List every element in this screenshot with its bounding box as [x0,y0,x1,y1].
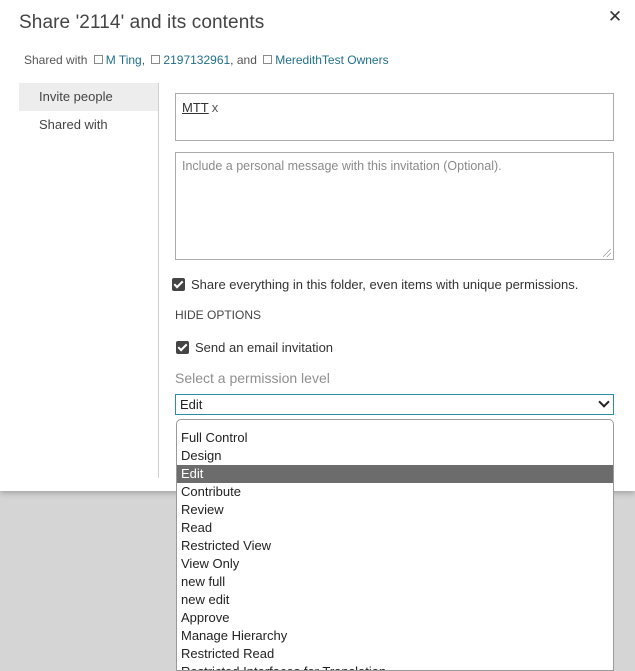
share-everything-label: Share everything in this folder, even it… [191,277,579,292]
resolved-entity-name[interactable]: MTT [182,100,209,115]
permission-option[interactable]: Contribute [177,483,613,501]
dropdown-top-padding [177,420,613,429]
shared-user-link[interactable]: 2197132961 [163,53,230,67]
resize-grip-icon[interactable] [603,249,611,257]
permission-option[interactable]: Manage Hierarchy [177,627,613,645]
hide-options-link[interactable]: HIDE OPTIONS [175,308,261,322]
message-placeholder: Include a personal message with this inv… [182,159,502,173]
shared-user-link[interactable]: M Ting [106,53,142,67]
share-everything-checkbox[interactable] [172,278,185,291]
permission-option[interactable]: Design [177,447,613,465]
sidebar-item-shared-with[interactable]: Shared with [19,111,158,139]
user-presence-icon [93,55,103,64]
share-everything-option[interactable]: Share everything in this folder, even it… [172,277,612,293]
permission-option[interactable]: Read [177,519,613,537]
remove-entity-button[interactable]: x [212,100,219,115]
permission-option[interactable]: Restricted View [177,537,613,555]
sidebar-item-invite-people[interactable]: Invite people [19,83,158,111]
send-email-checkbox[interactable] [176,341,189,354]
permission-option[interactable]: Edit [177,465,613,483]
permission-dropdown-list[interactable]: Full Control Design Edit Contribute Review Re… [176,419,614,671]
group-presence-icon [263,55,273,64]
permission-option[interactable]: View Only [177,555,613,573]
permission-option[interactable]: Review [177,501,613,519]
chevron-down-icon[interactable] [598,396,610,408]
user-presence-icon [151,55,161,64]
permission-level-value: Edit [180,397,203,412]
shared-group-link[interactable]: MeredithTest Owners [275,53,388,67]
separator: , [141,53,146,67]
sidebar-divider [158,83,159,478]
permission-option[interactable]: Restricted Interfaces for Translation [177,663,613,670]
dialog-title: Share '2114' and its contents [19,12,265,33]
send-email-option[interactable]: Send an email invitation [176,340,476,356]
people-picker-input[interactable]: MTT x [175,93,614,141]
permission-level-label: Select a permission level [175,370,330,386]
permission-option[interactable]: Approve [177,609,613,627]
permission-options: Full Control Design Edit Contribute Review Re… [177,429,613,670]
resolved-entity: MTT x [182,100,218,115]
shared-with-summary: Shared with M Ting, 2197132961, and Mere… [24,53,389,67]
permission-option[interactable]: new full [177,573,613,591]
shared-with-prefix: Shared with [24,53,88,67]
share-dialog: Share '2114' and its contents ✕ Shared w… [0,0,635,491]
permission-option[interactable]: Restricted Read [177,645,613,663]
separator: , and [230,53,257,67]
permission-option[interactable]: new edit [177,591,613,609]
share-sidebar: Invite people Shared with [19,83,158,139]
permission-option[interactable]: Full Control [177,429,613,447]
permission-level-select[interactable]: Edit [175,394,614,415]
send-email-label: Send an email invitation [195,340,334,355]
personal-message-textarea[interactable]: Include a personal message with this inv… [175,152,614,260]
close-icon[interactable]: ✕ [606,8,624,26]
